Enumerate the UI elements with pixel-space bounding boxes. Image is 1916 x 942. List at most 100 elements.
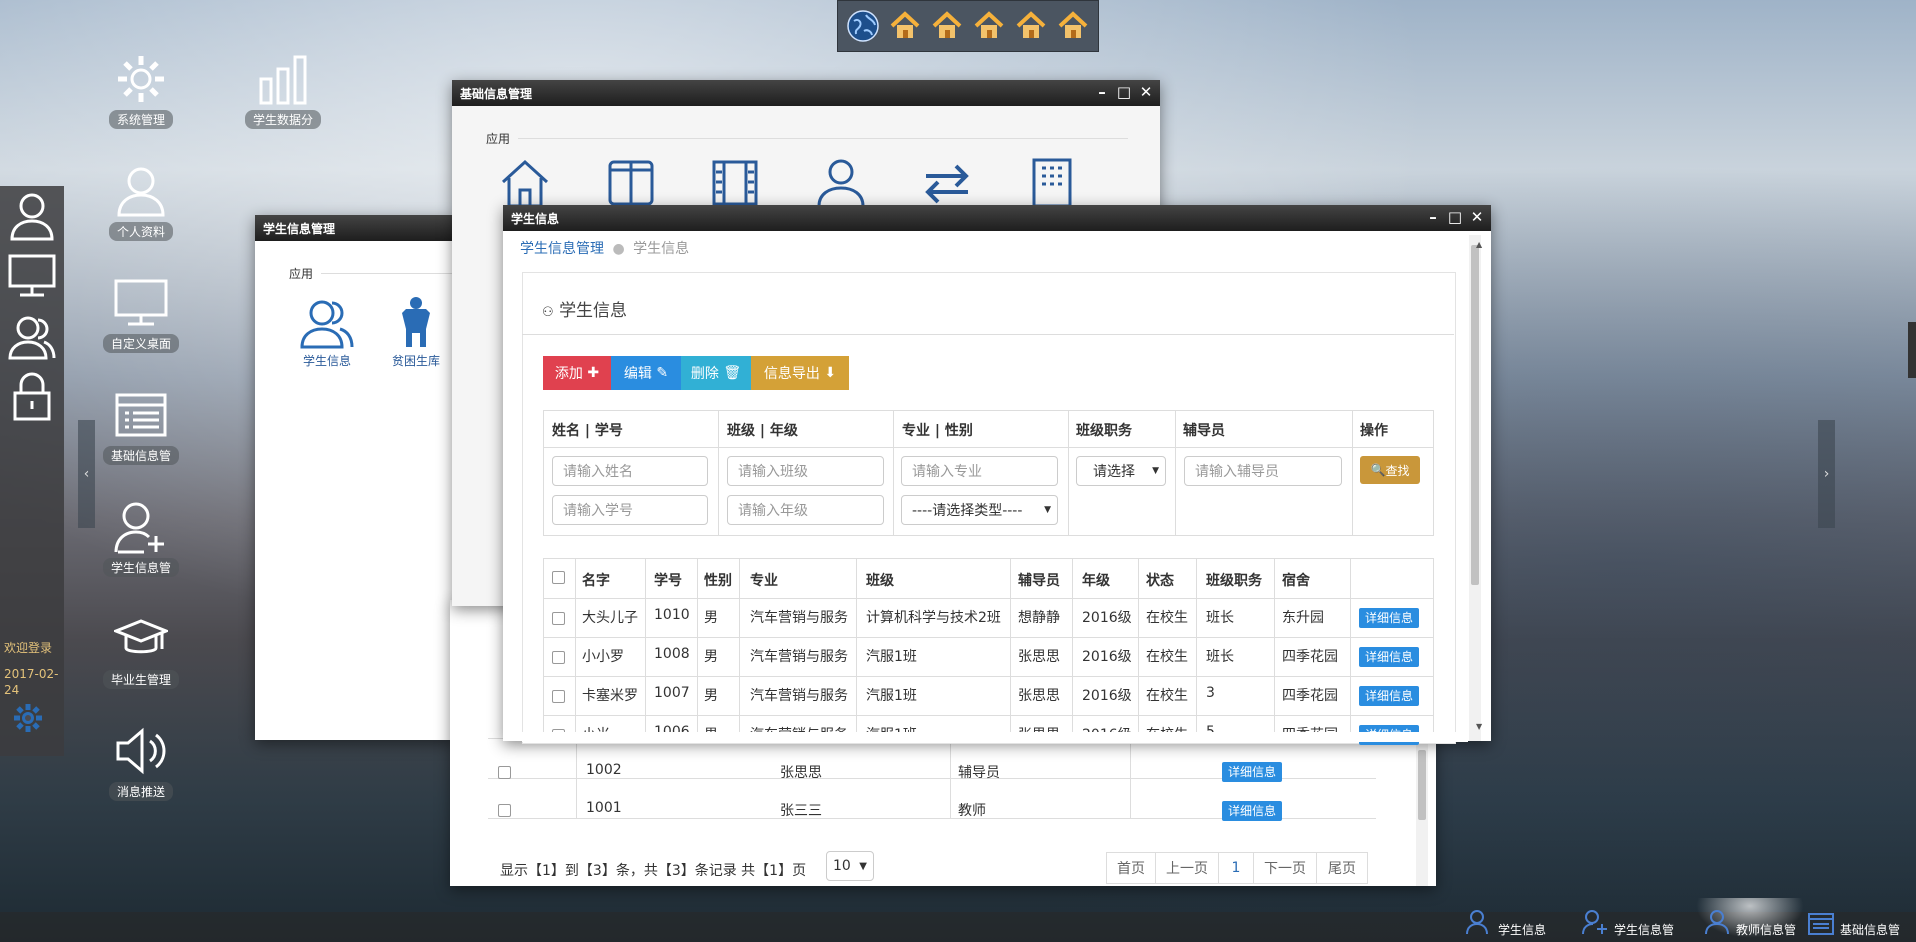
detail-button[interactable]: 详细信息: [1222, 801, 1283, 821]
pager-current[interactable]: 1: [1218, 852, 1254, 884]
cell-class: 计算机科学与技术2班: [866, 610, 1001, 626]
settings-gear-icon[interactable]: [12, 702, 44, 738]
home-icon[interactable]: [930, 9, 964, 43]
select-all-checkbox[interactable]: [552, 571, 565, 584]
cell-status: 在校生: [1146, 649, 1188, 665]
maximize-icon[interactable]: □: [1447, 208, 1463, 226]
gender-select[interactable]: ----请选择类型---- ▼: [901, 495, 1058, 525]
desktop-icon-messages[interactable]: 消息推送: [86, 720, 196, 801]
right-edge-widget[interactable]: [1908, 322, 1916, 378]
cell-name: 张三三: [780, 803, 822, 819]
window-titlebar[interactable]: 学生信息管理: [255, 215, 455, 241]
window-titlebar[interactable]: 基础信息管理 – □ ✕: [452, 80, 1160, 106]
detail-button[interactable]: 详细信息: [1359, 608, 1420, 628]
home-icon[interactable]: [972, 9, 1006, 43]
minimize-icon[interactable]: –: [1425, 208, 1441, 226]
home-icon[interactable]: [888, 9, 922, 43]
grade-input[interactable]: 请输入年级: [727, 495, 884, 525]
scrollbar-thumb[interactable]: [1418, 750, 1426, 820]
user-add-icon: [1582, 909, 1608, 938]
pager-first[interactable]: 首页: [1106, 852, 1156, 884]
row-checkbox[interactable]: [498, 766, 511, 779]
desktop-icon-profile[interactable]: 个人资料: [86, 160, 196, 241]
desktop-icon-student-data[interactable]: 学生数据分: [228, 48, 338, 129]
detail-button[interactable]: 详细信息: [1222, 762, 1283, 782]
globe-icon[interactable]: [846, 9, 880, 43]
desktop-icon-system[interactable]: 系统管理: [86, 48, 196, 129]
cell-gender: 男: [704, 610, 718, 626]
desktop-icon-student-mgmt[interactable]: 学生信息管: [86, 496, 196, 577]
row-checkbox[interactable]: [498, 804, 511, 817]
duty-select-value: 请选择: [1093, 464, 1135, 480]
chevron-left-icon: ‹: [83, 466, 90, 482]
counselor-input[interactable]: 请输入辅导员: [1184, 456, 1342, 486]
row-checkbox[interactable]: [552, 651, 565, 664]
cell-dorm: 四季花园: [1282, 649, 1338, 665]
edit-button[interactable]: 编辑 ✎: [611, 356, 681, 390]
cell-gender: 男: [704, 688, 718, 704]
close-icon[interactable]: ✕: [1469, 208, 1485, 226]
page-size-select[interactable]: 10 ▼: [826, 851, 874, 881]
home-icon[interactable]: [1056, 9, 1090, 43]
name-input[interactable]: 请输入姓名: [552, 456, 708, 486]
scrollbar-thumb[interactable]: [1471, 245, 1479, 585]
trash-icon: 🗑: [723, 365, 742, 381]
add-button[interactable]: 添加 ✚: [543, 356, 611, 390]
right-scroll-arrow[interactable]: ›: [1818, 420, 1835, 528]
row-checkbox[interactable]: [552, 612, 565, 625]
home-icon[interactable]: [1014, 9, 1048, 43]
film-icon[interactable]: [712, 160, 758, 210]
monitor-icon[interactable]: [0, 246, 64, 306]
add-button-label: 添加: [554, 366, 583, 382]
desktop-icon-graduates[interactable]: 毕业生管理: [86, 608, 196, 689]
desktop-icon-custom-desktop[interactable]: 自定义桌面: [86, 272, 196, 353]
major-input[interactable]: 请输入专业: [901, 456, 1058, 486]
scroll-down-icon[interactable]: ▼: [1476, 722, 1482, 731]
window-title: 学生信息管理: [263, 221, 336, 236]
cell-duty: 3: [1206, 685, 1215, 701]
user-icon[interactable]: [0, 186, 64, 246]
house-icon[interactable]: [500, 158, 550, 212]
delete-button[interactable]: 删除 🗑: [681, 356, 751, 390]
taskbar-item-base-info[interactable]: 基础信息管: [1808, 898, 1900, 938]
swap-arrows-icon[interactable]: [922, 164, 972, 208]
minimize-icon[interactable]: –: [1094, 83, 1110, 101]
users-icon[interactable]: [0, 306, 64, 366]
export-button-label: 信息导出: [763, 366, 820, 382]
lock-icon[interactable]: [0, 366, 64, 426]
pager-prev[interactable]: 上一页: [1155, 852, 1219, 884]
detail-button[interactable]: 详细信息: [1359, 647, 1420, 667]
taskbar-item-student-info[interactable]: 学生信息: [1466, 898, 1546, 938]
search-button[interactable]: 🔍 查找: [1360, 456, 1420, 484]
taskbar-item-teacher-mgmt[interactable]: 教师信息管: [1696, 898, 1805, 938]
caret-down-icon: ▼: [1044, 505, 1051, 515]
app-poor-students[interactable]: 贫困生库: [387, 295, 455, 369]
pager-last[interactable]: 尾页: [1316, 852, 1368, 884]
row-checkbox[interactable]: [552, 690, 565, 703]
building-icon[interactable]: [1032, 158, 1072, 210]
th-duty: 班级职务: [1206, 573, 1262, 589]
detail-button[interactable]: 详细信息: [1359, 686, 1420, 706]
cell-dorm: 东升园: [1282, 610, 1324, 626]
pager-next[interactable]: 下一页: [1253, 852, 1317, 884]
filter-header-counselor: 辅导员: [1183, 423, 1225, 439]
student-no-input[interactable]: 请输入学号: [552, 495, 708, 525]
scroll-up-icon[interactable]: ▲: [1476, 240, 1482, 249]
user-icon[interactable]: [816, 158, 866, 210]
cell-grade: 2016级: [1082, 688, 1132, 704]
book-icon[interactable]: [608, 160, 654, 210]
app-student-info[interactable]: 学生信息: [287, 295, 367, 369]
close-icon[interactable]: ✕: [1138, 83, 1154, 101]
section-label: 应用: [289, 267, 314, 281]
scrollbar[interactable]: [1469, 235, 1481, 741]
cell-duty: 班长: [1206, 610, 1234, 626]
maximize-icon[interactable]: □: [1116, 83, 1132, 101]
window-titlebar[interactable]: 学生信息 – □ ✕: [503, 205, 1491, 231]
taskbar-item-student-mgmt[interactable]: 学生信息管: [1582, 898, 1674, 938]
breadcrumb-parent[interactable]: 学生信息管理: [520, 241, 604, 257]
duty-select[interactable]: 请选择 ▼: [1076, 456, 1166, 486]
taskbar-label: 教师信息管: [1736, 923, 1797, 937]
desktop-icon-base-info[interactable]: 基础信息管: [86, 384, 196, 465]
export-button[interactable]: 信息导出 ⬇: [751, 356, 849, 390]
class-input[interactable]: 请输入班级: [727, 456, 884, 486]
